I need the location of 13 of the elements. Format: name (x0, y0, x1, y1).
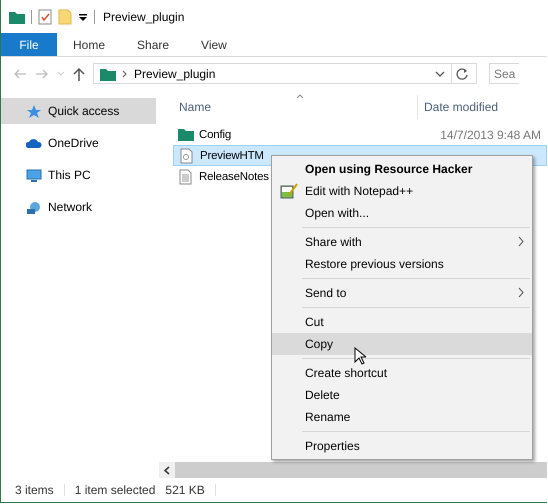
window-title: Preview_plugin (103, 10, 184, 24)
sidebar-label: Quick access (48, 104, 120, 118)
sidebar-label: This PC (48, 168, 91, 182)
file-name: Config (199, 128, 232, 140)
status-text: 1 item selected (74, 483, 156, 497)
sidebar-label: Network (48, 200, 92, 214)
file-date: 14/7/2013 9:48 AM (440, 128, 541, 142)
status-text: 521 KB (165, 483, 205, 497)
file-name: PreviewHTM (200, 150, 264, 162)
file-name: ReleaseNotes (199, 170, 269, 182)
status-text: 3 items (15, 483, 54, 497)
address-path: Preview_plugin (134, 66, 216, 80)
sidebar-label: OneDrive (48, 136, 99, 150)
